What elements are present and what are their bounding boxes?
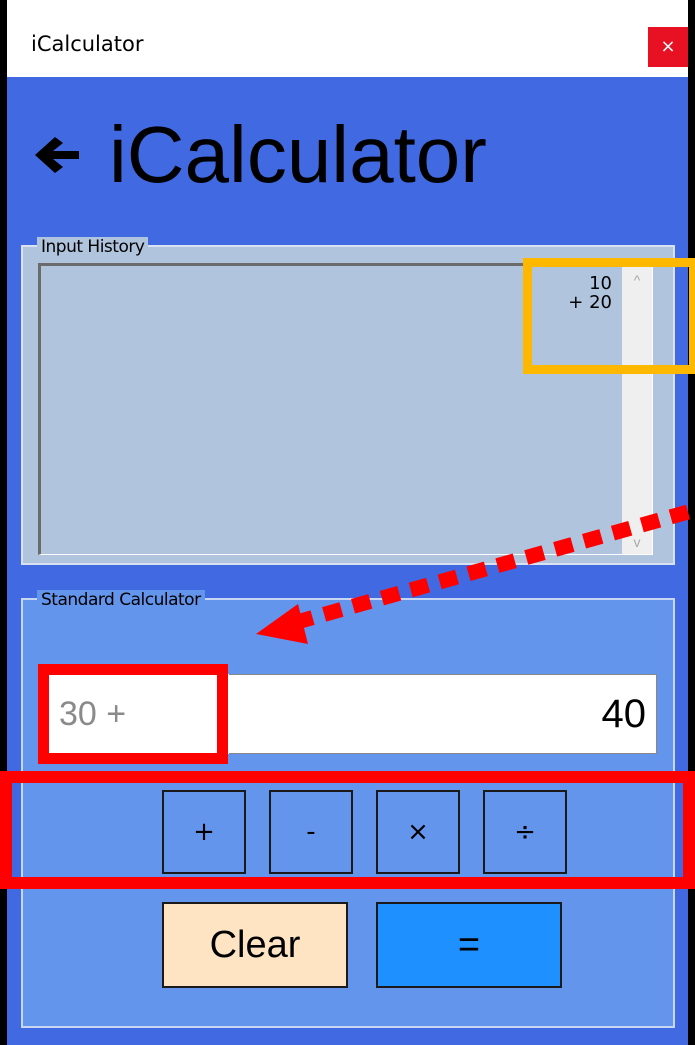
app-header: iCalculator [35, 105, 487, 205]
standard-calculator-legend: Standard Calculator [37, 590, 205, 610]
equals-button[interactable]: = [376, 902, 562, 988]
close-icon: × [660, 36, 676, 57]
close-button[interactable]: × [648, 27, 688, 67]
annotation-highlight-expression [38, 664, 228, 764]
page-title: iCalculator [109, 110, 487, 199]
title-bar: iCalculator × [7, 0, 688, 77]
annotation-highlight-history [523, 258, 695, 374]
scroll-down-icon[interactable]: v [622, 534, 652, 550]
clear-button[interactable]: Clear [162, 902, 348, 988]
back-arrow-icon[interactable] [35, 135, 81, 175]
annotation-highlight-operators [0, 771, 695, 889]
current-value: 40 [601, 691, 647, 736]
window-title: iCalculator [31, 32, 144, 56]
input-history-legend: Input History [37, 237, 149, 257]
